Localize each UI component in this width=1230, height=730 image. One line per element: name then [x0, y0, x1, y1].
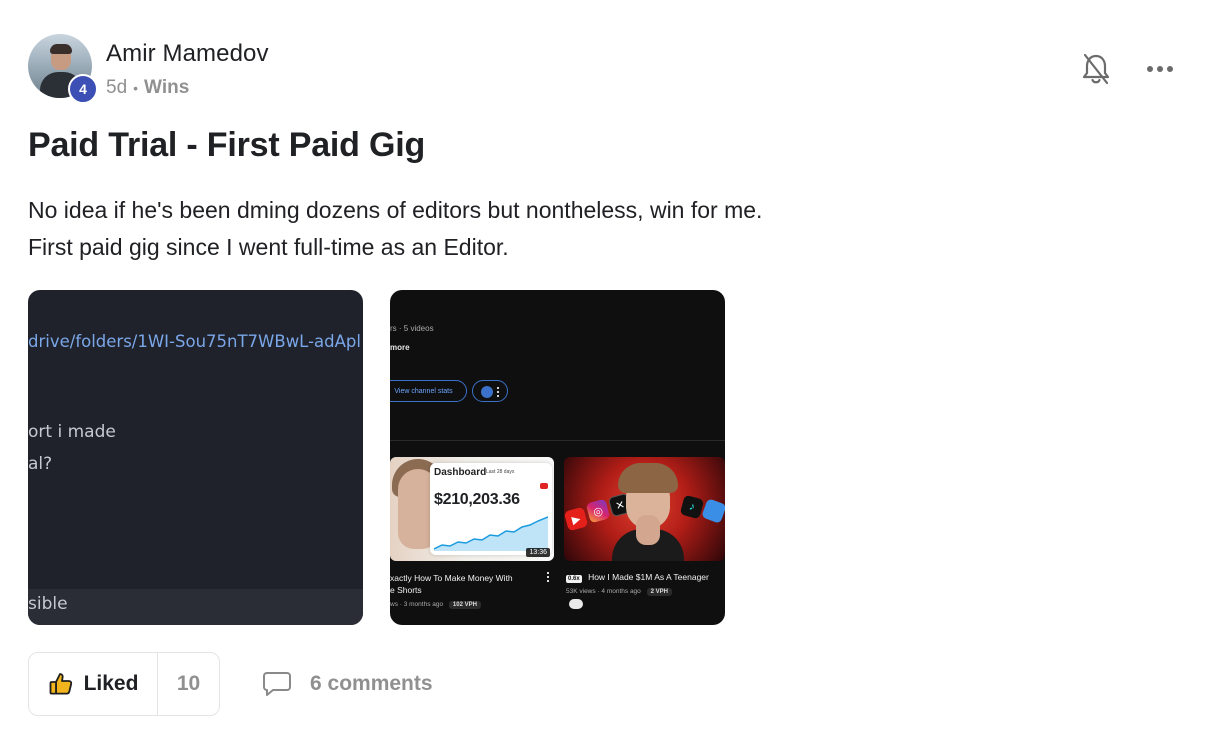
video-duration: 13:36	[526, 548, 550, 557]
post-time: 5d	[106, 77, 128, 98]
date-range: Last 28 days	[486, 469, 515, 475]
dashboard-card: Dashboard Last 28 days $210,203.36	[430, 463, 552, 555]
chat-text-line: al?	[28, 454, 53, 474]
comments-label: 6 comments	[310, 672, 433, 695]
like-button[interactable]: Liked	[29, 653, 158, 715]
video-title-line: xactly How To Make Money With	[390, 573, 513, 583]
author-avatar[interactable]: 4	[28, 34, 98, 104]
vph-badge: 102 VPH	[448, 601, 481, 609]
chat-input-bar	[28, 589, 363, 625]
video-meta: ws · 3 months ago 102 VPH	[390, 601, 481, 609]
revenue-amount: $210,203.36	[434, 491, 520, 508]
toggle-icon	[569, 599, 583, 609]
video-thumbnail: Dashboard Last 28 days $210,203.36 13:36	[390, 457, 554, 561]
youtube-logo-icon	[540, 483, 548, 489]
author-name[interactable]: Amir Mamedov	[106, 40, 269, 68]
video-menu-icon	[547, 572, 549, 582]
video-title-text: How I Made $1M As A Teenager	[588, 572, 709, 582]
post-body-line: First paid gig since I went full-time as…	[28, 234, 509, 260]
post-title: Paid Trial - First Paid Gig	[28, 126, 426, 164]
revenue-chart	[434, 516, 548, 551]
meta-separator: •	[133, 80, 139, 96]
tiktok-app-icon: ♪	[679, 494, 705, 520]
youtube-app-icon: ▶	[564, 506, 589, 532]
twitter-app-icon	[701, 498, 725, 524]
attachment-image-youtube[interactable]: rs · 5 videos more View channel stats Da…	[390, 290, 725, 625]
channel-options-pill	[472, 380, 508, 402]
more-horizontal-icon[interactable]	[1144, 58, 1176, 80]
video-meta-text: ws · 3 months ago	[390, 601, 444, 608]
video-title-line: e Shorts	[390, 585, 422, 595]
multiplier-badge: 0.6x	[566, 575, 582, 583]
video-meta: 53K views · 4 months ago 2 VPH	[566, 588, 672, 596]
drive-link-text: drive/folders/1WI-Sou75nT7WBwL-adApl	[28, 332, 361, 351]
more-text: more	[390, 343, 410, 352]
video-title: xactly How To Make Money With e Shorts	[390, 572, 550, 596]
comment-bubble-icon	[263, 672, 291, 696]
video-thumbnail: ▶ ◎ ✕ ♪	[564, 457, 725, 561]
bell-off-icon[interactable]	[1080, 52, 1112, 86]
video-meta-text: 53K views · 4 months ago	[566, 588, 641, 595]
dashboard-title: Dashboard	[434, 467, 487, 478]
chat-text-line: ort i made	[28, 422, 116, 442]
level-badge: 4	[68, 74, 98, 104]
like-group: Liked 10	[28, 652, 220, 716]
community-post: 4 Amir Mamedov 5d • Wins Paid Trial - Fi…	[0, 0, 1230, 730]
channel-stats-text: rs · 5 videos	[390, 324, 434, 333]
video-title: 0.6x How I Made $1M As A Teenager	[566, 572, 709, 583]
post-meta: 5d • Wins	[106, 77, 189, 99]
instagram-app-icon: ◎	[585, 498, 611, 524]
creator-figure	[612, 463, 684, 561]
view-channel-stats-button: View channel stats	[390, 380, 467, 402]
vph-badge: 2 VPH	[646, 588, 672, 596]
post-body: No idea if he's been dming dozens of edi…	[28, 192, 1128, 266]
post-category[interactable]: Wins	[144, 77, 189, 99]
thumbs-up-icon	[49, 673, 72, 695]
attachment-image-chat[interactable]: drive/folders/1WI-Sou75nT7WBwL-adApl ort…	[28, 290, 363, 625]
post-body-line: No idea if he's been dming dozens of edi…	[28, 197, 763, 223]
like-count[interactable]: 10	[158, 653, 219, 715]
comments-button[interactable]: 6 comments	[262, 668, 433, 700]
chat-text-line: sible	[28, 594, 68, 614]
divider	[390, 440, 725, 441]
like-label: Liked	[83, 672, 139, 695]
